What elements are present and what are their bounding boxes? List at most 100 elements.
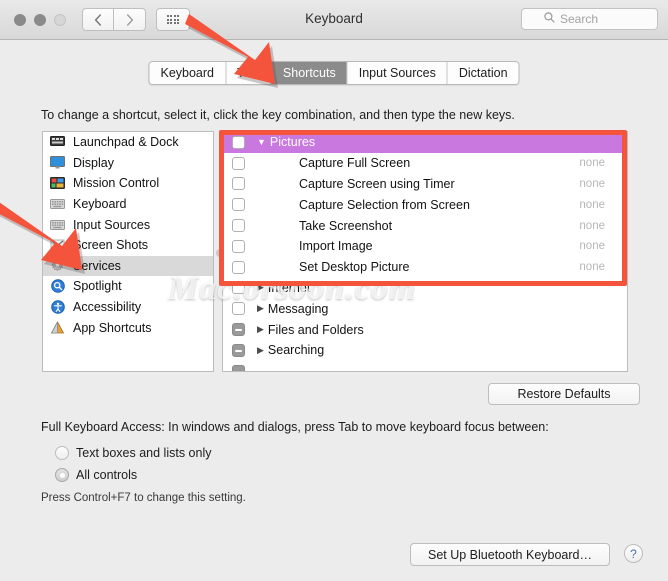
table-row[interactable]: Capture Full Screen none	[223, 153, 627, 174]
sidebar-item-label: Spotlight	[73, 279, 122, 294]
row-checkbox[interactable]	[232, 156, 245, 170]
radio-all-controls[interactable]: All controls	[55, 468, 137, 482]
disclosure-triangle-right-icon[interactable]: ▶	[257, 345, 264, 355]
launchpad-dock-icon	[49, 135, 66, 150]
table-row[interactable]: ▶ Searching	[223, 340, 627, 361]
mission-control-icon	[49, 176, 66, 191]
shortcut-label: Set Desktop Picture	[299, 260, 410, 275]
shortcut-value[interactable]: none	[579, 157, 605, 169]
accessibility-icon	[49, 300, 66, 315]
radio-button[interactable]	[55, 446, 69, 460]
services-gear-icon	[49, 258, 66, 273]
shortcut-label: Capture Screen using Timer	[299, 176, 455, 191]
row-checkbox[interactable]	[232, 198, 245, 212]
titlebar: Keyboard Search	[0, 0, 668, 40]
tab-keyboard[interactable]: Keyboard	[149, 62, 225, 84]
radio-label: Text boxes and lists only	[76, 446, 212, 460]
shortcut-value[interactable]: none	[579, 178, 605, 190]
tabbar: Keyboard Text Shortcuts Input Sources Di…	[0, 40, 668, 88]
sidebar-item-launchpad-dock[interactable]: Launchpad & Dock	[43, 132, 213, 153]
row-checkbox[interactable]	[232, 281, 245, 295]
help-button[interactable]: ?	[624, 544, 643, 563]
table-row[interactable]: Capture Selection from Screen none	[223, 194, 627, 215]
tab-dictation[interactable]: Dictation	[446, 62, 519, 84]
bottom-bar: Set Up Bluetooth Keyboard…	[0, 527, 668, 581]
sidebar-item-accessibility[interactable]: Accessibility	[43, 297, 213, 318]
row-checkbox[interactable]	[232, 239, 245, 253]
shortcut-value[interactable]: none	[579, 220, 605, 232]
spotlight-icon	[49, 279, 66, 294]
disclosure-triangle-down-icon[interactable]: ▼	[257, 137, 266, 147]
tab-input-sources[interactable]: Input Sources	[346, 62, 447, 84]
table-row[interactable]: ▶ Messaging	[223, 298, 627, 319]
sidebar-item-label: Mission Control	[73, 176, 160, 191]
group-label: Messaging	[267, 301, 329, 316]
screen-shots-icon	[49, 238, 66, 253]
sidebar-item-label: App Shortcuts	[73, 320, 152, 335]
sidebar-item-display[interactable]: Display	[43, 153, 213, 174]
sidebar-item-services[interactable]: Services	[43, 255, 213, 277]
table-row[interactable]: ▼ Pictures	[223, 132, 627, 153]
row-checkbox[interactable]	[232, 135, 245, 149]
sidebar-item-keyboard[interactable]: Keyboard	[43, 194, 213, 215]
tab-text[interactable]: Text	[224, 62, 271, 84]
table-row[interactable]: Import Image none	[223, 236, 627, 257]
keyboard-preferences-window: Keyboard Search Keyboard Text Shortcuts …	[0, 0, 668, 581]
shortcut-value[interactable]: none	[579, 240, 605, 252]
set-up-bluetooth-keyboard-button[interactable]: Set Up Bluetooth Keyboard…	[410, 543, 610, 566]
group-label: Pictures	[269, 135, 316, 150]
table-row-partial[interactable]	[223, 361, 627, 371]
table-row[interactable]: Take Screenshot none	[223, 215, 627, 236]
display-icon	[49, 155, 66, 170]
sidebar-item-label: Screen Shots	[73, 238, 149, 253]
keyboard-access-hint: Press Control+F7 to change this setting.	[41, 492, 246, 504]
radio-label: All controls	[76, 468, 138, 482]
shortcut-label: Capture Full Screen	[299, 156, 411, 171]
group-label: Files and Folders	[267, 322, 364, 337]
row-checkbox[interactable]	[232, 343, 245, 357]
search-placeholder: Search	[560, 12, 599, 26]
instruction-text: To change a shortcut, select it, click t…	[41, 108, 515, 122]
shortcut-label: Capture Selection from Screen	[299, 197, 470, 212]
row-checkbox[interactable]	[232, 302, 245, 316]
search-input[interactable]: Search	[521, 8, 658, 30]
shortcut-label: Take Screenshot	[299, 218, 393, 233]
table-row[interactable]: ▶ Internet	[223, 278, 627, 299]
disclosure-triangle-right-icon[interactable]: ▶	[257, 304, 264, 313]
sidebar-item-label: Keyboard	[73, 197, 127, 212]
row-checkbox[interactable]	[232, 323, 245, 337]
row-checkbox[interactable]	[232, 219, 245, 233]
shortcut-categories-list[interactable]: Launchpad & Dock Display Mission Control…	[42, 131, 214, 372]
row-checkbox[interactable]	[232, 177, 245, 191]
radio-button-selected[interactable]	[55, 468, 69, 482]
app-shortcuts-icon	[49, 320, 66, 335]
row-checkbox[interactable]	[232, 364, 245, 371]
table-row[interactable]: Set Desktop Picture none	[223, 257, 627, 278]
group-label: Searching	[267, 343, 325, 358]
radio-text-boxes-and-lists-only[interactable]: Text boxes and lists only	[55, 446, 212, 460]
tab-shortcuts[interactable]: Shortcuts	[270, 62, 347, 84]
sidebar-item-screen-shots[interactable]: Screen Shots	[43, 235, 213, 256]
table-row[interactable]: Capture Screen using Timer none	[223, 174, 627, 195]
sidebar-item-input-sources[interactable]: Input Sources	[43, 214, 213, 235]
sidebar-item-label: Accessibility	[73, 300, 142, 315]
full-keyboard-access-title: Full Keyboard Access: In windows and dia…	[41, 420, 549, 434]
table-row[interactable]: ▶ Files and Folders	[223, 319, 627, 340]
search-icon	[544, 10, 555, 28]
restore-defaults-button[interactable]: Restore Defaults	[488, 383, 640, 405]
shortcut-value[interactable]: none	[579, 199, 605, 211]
input-sources-icon	[49, 217, 66, 232]
shortcuts-list[interactable]: ▼ Pictures Capture Full Screen none Capt…	[222, 131, 628, 372]
sidebar-item-label: Services	[73, 258, 121, 273]
sidebar-item-app-shortcuts[interactable]: App Shortcuts	[43, 317, 213, 338]
disclosure-triangle-right-icon[interactable]: ▶	[257, 283, 264, 292]
sidebar-item-label: Input Sources	[73, 217, 151, 232]
sidebar-item-mission-control[interactable]: Mission Control	[43, 173, 213, 194]
shortcut-value[interactable]: none	[579, 261, 605, 273]
disclosure-triangle-right-icon[interactable]: ▶	[257, 325, 264, 334]
tab-group: Keyboard Text Shortcuts Input Sources Di…	[148, 61, 520, 85]
row-checkbox[interactable]	[232, 260, 245, 274]
sidebar-item-spotlight[interactable]: Spotlight	[43, 276, 213, 297]
sidebar-item-label: Launchpad & Dock	[73, 135, 179, 150]
keyboard-icon	[49, 197, 66, 212]
